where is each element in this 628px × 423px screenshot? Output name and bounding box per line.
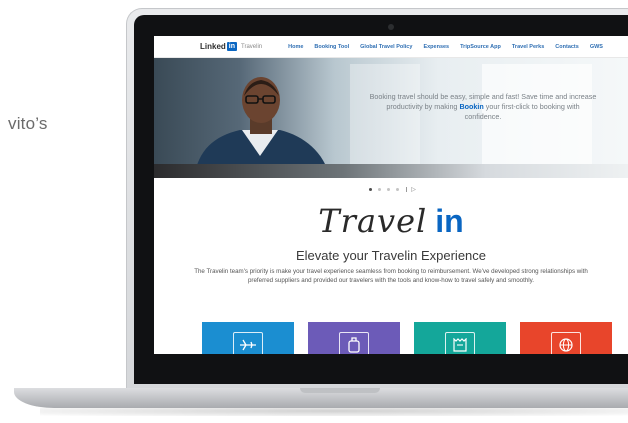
tile-booking[interactable] (202, 322, 294, 354)
globe-passport-icon (551, 332, 581, 354)
play-icon[interactable]: ▷ (411, 186, 416, 193)
carousel-dot-1[interactable] (369, 187, 373, 191)
wordmark-in: in (435, 203, 464, 239)
carousel-separator (406, 186, 408, 192)
nav-item-contacts[interactable]: Contacts (555, 44, 579, 50)
nav-item-home[interactable]: Home (288, 44, 303, 50)
top-navigation: Linked in Travelin Home Booking Tool Glo… (154, 36, 628, 58)
travelin-wordmark: Travel in (154, 198, 628, 240)
carousel-dot-2[interactable] (378, 187, 382, 191)
carousel-indicators: ▷ (154, 184, 628, 194)
nav-item-expenses[interactable]: Expenses (423, 44, 449, 50)
hero-desk (154, 164, 628, 178)
background-caption-text: vito’s (8, 114, 48, 133)
carousel-dot-3[interactable] (387, 187, 391, 191)
hero-person-image (194, 77, 330, 178)
tile-passport[interactable] (520, 322, 612, 354)
nav-item-gws[interactable]: GWS (590, 44, 603, 50)
logo-text: Linked (200, 42, 226, 51)
nav-item-travel-perks[interactable]: Travel Perks (512, 44, 544, 50)
laptop-screen: Linked in Travelin Home Booking Tool Glo… (154, 36, 628, 354)
nav-item-tripsource-app[interactable]: TripSource App (460, 44, 501, 50)
tile-expenses[interactable] (414, 322, 506, 354)
logo-in-badge: in (226, 42, 238, 51)
nav-item-booking-tool[interactable]: Booking Tool (314, 44, 349, 50)
luggage-icon (339, 332, 369, 354)
hero-banner: Booking travel should be easy, simple an… (154, 58, 628, 178)
logo-subtitle: Travelin (241, 43, 263, 50)
laptop-base-notch (300, 388, 380, 393)
nav-item-global-travel-policy[interactable]: Global Travel Policy (360, 44, 412, 50)
bookin-link[interactable]: Bookin (459, 102, 483, 111)
tile-luggage[interactable] (308, 322, 400, 354)
webcam-icon (388, 24, 394, 30)
section-headline: Elevate your Travelin Experience (295, 248, 487, 263)
receipt-icon (445, 332, 475, 354)
hero-tagline: Booking travel should be easy, simple an… (368, 92, 598, 122)
carousel-dot-4[interactable] (396, 187, 400, 191)
feature-tiles (202, 322, 626, 354)
section-paragraph: The Travelin team's priority is make you… (194, 268, 588, 284)
main-menu: Home Booking Tool Global Travel Policy E… (288, 44, 614, 50)
airplane-ticket-icon (233, 332, 263, 354)
wordmark-script: Travel (318, 202, 428, 240)
linkedin-travelin-logo[interactable]: Linked in Travelin (200, 42, 262, 51)
